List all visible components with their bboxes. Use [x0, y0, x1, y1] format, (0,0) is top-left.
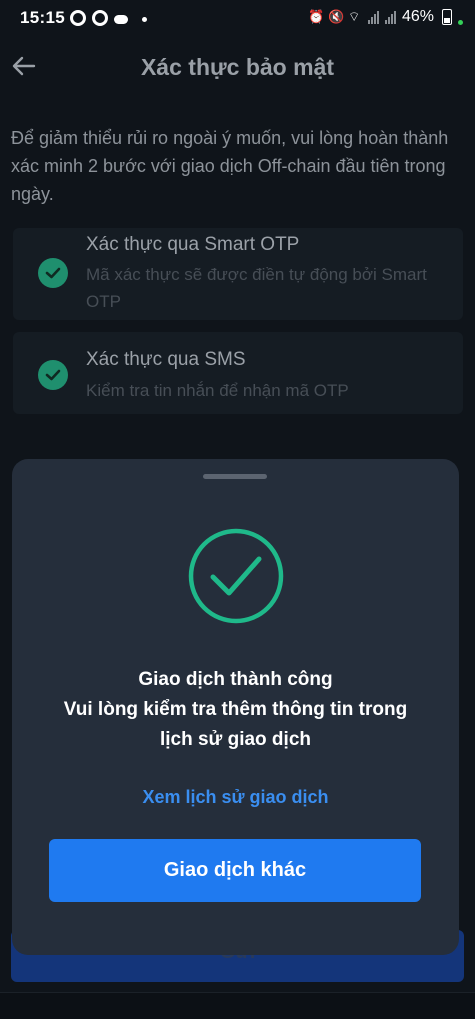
status-time: 15:15	[20, 8, 65, 27]
success-bottom-sheet: Giao dịch thành công Vui lòng kiểm tra t…	[12, 459, 459, 955]
verification-method-title: Xác thực qua SMS	[86, 349, 246, 370]
header: Xác thực bảo mật	[0, 44, 475, 90]
page-title: Xác thực bảo mật	[140, 54, 335, 80]
status-bar: 15:15 ⏰ 🔇 ⌔ 46%	[0, 0, 475, 36]
battery-percent: 46%	[401, 8, 434, 25]
status-right: ⏰ 🔇 ⌔ 46%	[308, 8, 463, 26]
mute-icon: 🔇	[327, 9, 345, 24]
alarm-icon: ⏰	[307, 9, 325, 24]
view-history-link[interactable]: Xem lịch sử giao dịch	[12, 787, 459, 808]
signal-icon	[367, 10, 379, 24]
wifi-icon: ⌔	[347, 9, 361, 24]
sheet-drag-handle[interactable]	[203, 474, 267, 479]
battery-icon	[442, 9, 452, 25]
check-icon	[38, 258, 68, 288]
verification-method-smart-otp[interactable]: Xác thực qua Smart OTP Mã xác thực sẽ đư…	[13, 228, 463, 320]
other-transaction-button[interactable]: Giao dịch khác	[49, 839, 421, 902]
verification-method-title: Xác thực qua Smart OTP	[86, 234, 300, 255]
notification-ring-icon	[70, 10, 86, 26]
verification-method-description: Kiểm tra tin nhắn để nhận mã OTP	[86, 381, 349, 400]
more-notifications-dot-icon	[142, 17, 147, 22]
success-check-icon	[188, 528, 284, 624]
verification-method-sms[interactable]: Xác thực qua SMS Kiểm tra tin nhắn để nh…	[13, 332, 463, 414]
intro-text: Để giảm thiểu rủi ro ngoài ý muốn, vui l…	[11, 128, 449, 204]
signal-icon	[384, 10, 396, 24]
cloud-icon	[114, 14, 128, 24]
notification-icons	[70, 10, 147, 26]
screen: 15:15 ⏰ 🔇 ⌔ 46% Xác thực bảo mật Để giảm…	[0, 0, 475, 1019]
success-message: Giao dịch thành công Vui lòng kiểm tra t…	[12, 665, 459, 755]
verification-method-description: Mã xác thực sẽ được điền tự động bởi Sma…	[86, 265, 427, 311]
notification-ring-icon	[92, 10, 108, 26]
privacy-indicator-icon	[458, 19, 463, 25]
success-detail: Vui lòng kiểm tra thêm thông tin trong l…	[63, 699, 408, 750]
navigation-bar	[0, 992, 475, 1019]
success-title: Giao dịch thành công	[138, 669, 333, 690]
check-icon	[38, 360, 68, 390]
